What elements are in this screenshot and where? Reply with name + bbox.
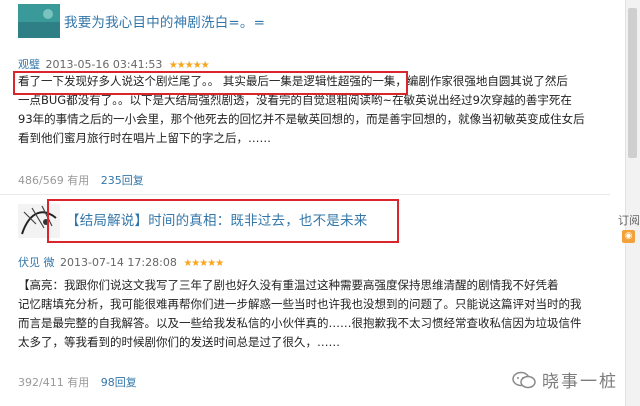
replies-link[interactable]: 98回复 <box>101 376 137 389</box>
review-title-row: 我要为我心目中的神剧洗白=。= <box>64 6 265 36</box>
annotation-highlight-box-1 <box>13 71 408 95</box>
excerpt-line-3: 而言是最完整的自我解答。以及一些给我发私信的小伙伴真的……很抱歉我不太习惯经常查… <box>18 316 582 330</box>
rating-stars: ★★★★★ <box>168 60 210 71</box>
watermark-text: 晓事一桩 <box>542 372 618 392</box>
rss-icon[interactable]: ◉ <box>622 230 635 243</box>
excerpt-line-1-rest-b: 编剧作家很强地自圆其说了然后 <box>406 74 568 88</box>
wechat-logo-icon <box>512 370 536 390</box>
subscribe-label[interactable]: 订阅 <box>618 212 640 228</box>
rating-stars: ★★★★★ <box>183 258 224 269</box>
useful-count[interactable]: 392/411 有用 <box>18 376 89 389</box>
watermark: 晓事一桩 <box>512 367 618 392</box>
review-actions: 392/411 有用 98回复 <box>18 374 137 390</box>
useful-count[interactable]: 486/569 有用 <box>18 174 89 187</box>
author-link[interactable]: 伏见 微 <box>18 256 55 269</box>
page-scrollbar[interactable] <box>625 0 640 406</box>
review-actions: 486/569 有用 235回复 <box>18 172 144 188</box>
avatar-image-icon <box>18 4 60 38</box>
excerpt-line-3: 93年的事情之后的一小会里，那个他死去的回忆并不是敏英回想的，而是善宇回想的，就… <box>18 112 585 126</box>
review-divider <box>0 194 610 195</box>
review-excerpt: 【高亮：我跟你们说这文我写了三年了剧也好久没有重温过这种需要高强度保持思维清醒的… <box>18 276 618 352</box>
excerpt-line-4: 看到他们蜜月旅行时在唱片上留下的字之后，…… <box>18 131 271 145</box>
excerpt-line-2: 记忆瞎填充分析，我可能很难再帮你们进一步解惑一些当时也许我也没想到的问题了。只能… <box>18 297 582 311</box>
review-datetime: 2013-07-14 17:28:08 <box>60 256 177 269</box>
review-meta: 伏见 微 2013-07-14 17:28:08 ★★★★★ <box>18 254 224 270</box>
replies-link[interactable]: 235回复 <box>101 174 144 187</box>
review-datetime: 2013-05-16 03:41:53 <box>45 58 163 71</box>
review-title-link[interactable]: 我要为我心目中的神剧洗白=。= <box>64 11 265 31</box>
annotation-highlight-box-2 <box>47 199 399 243</box>
review-meta: 观璧 2013-05-16 03:41:53 ★★★★★ <box>18 56 210 72</box>
excerpt-line-4: 太多了，等我看到的时候剧你们的发送时间总是过了很久，…… <box>18 335 340 349</box>
excerpt-line-1: 【高亮：我跟你们说这文我写了三年了剧也好久没有重温过这种需要高强度保持思维清醒的… <box>18 278 559 292</box>
scrollbar-thumb[interactable] <box>628 8 637 158</box>
reviewer-avatar[interactable] <box>18 4 60 38</box>
author-link[interactable]: 观璧 <box>18 58 40 71</box>
